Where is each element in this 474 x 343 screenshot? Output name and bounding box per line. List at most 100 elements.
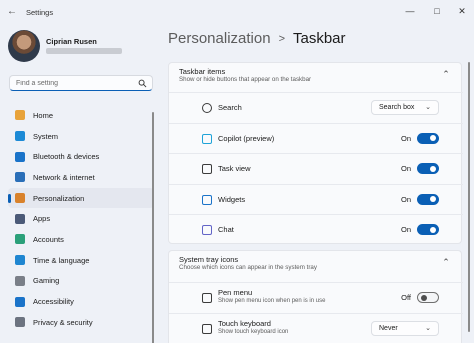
chevron-down-icon: ⌄	[425, 104, 431, 111]
close-icon[interactable]: ✕	[454, 3, 470, 19]
toggle-knob	[430, 226, 436, 233]
sidebar-item-label: Network & internet	[33, 172, 95, 182]
main-scrollbar[interactable]	[468, 62, 470, 332]
sidebar-scrollbar[interactable]	[152, 112, 154, 343]
breadcrumb-separator: >	[278, 32, 285, 45]
setting-row-widgets: Widgets On	[169, 183, 463, 214]
search-icon[interactable]	[138, 79, 147, 88]
avatar[interactable]	[8, 30, 40, 62]
home-icon	[15, 110, 25, 121]
shield-icon	[15, 317, 25, 328]
setting-label: Widgets	[218, 194, 246, 204]
section-description: Choose which icons can appear in the sys…	[179, 264, 317, 271]
setting-row-chat: Chat On	[169, 214, 463, 244]
apps-icon	[15, 213, 25, 224]
pen-icon	[202, 293, 212, 303]
sidebar-item-home[interactable]: Home	[8, 105, 154, 126]
accounts-icon	[15, 234, 25, 245]
sidebar-item-network-internet[interactable]: Network & internet	[8, 167, 154, 188]
setting-label: Chat	[218, 225, 234, 234]
section-title: Taskbar items	[179, 67, 226, 76]
sidebar-item-label: Apps	[33, 214, 51, 224]
time-language-icon	[15, 255, 25, 266]
setting-row-search: Search Search box ⌄	[169, 92, 463, 122]
sidebar-nav: Home System Bluetooth & devices Network & i…	[8, 105, 154, 333]
toggle-switch[interactable]	[417, 292, 439, 303]
search-input[interactable]	[16, 79, 136, 88]
accessibility-icon	[15, 296, 25, 307]
system-icon	[15, 131, 25, 142]
setting-label: Touch keyboard	[218, 318, 271, 328]
chevron-up-icon[interactable]: ⌃	[441, 257, 451, 267]
sidebar-item-label: Privacy & security	[33, 317, 93, 327]
sidebar-item-label: Bluetooth & devices	[33, 152, 100, 162]
chevron-down-icon: ⌄	[425, 324, 431, 332]
toggle-switch[interactable]	[417, 132, 439, 144]
bluetooth-icon	[15, 151, 25, 162]
sidebar-item-label: Personalization	[33, 193, 85, 203]
chevron-up-icon[interactable]: ⌃	[441, 69, 451, 79]
sidebar-item-accessibility[interactable]: Accessibility	[8, 291, 154, 312]
setting-label: Search	[218, 103, 242, 112]
sidebar: Ciprian Rusen Home System Bluetooth & devi…	[0, 24, 160, 343]
dropdown-value: Never	[379, 324, 398, 332]
toggle-state-label: On	[400, 225, 411, 234]
setting-label: Pen menu	[218, 288, 253, 297]
sidebar-item-accounts[interactable]: Accounts	[8, 229, 154, 250]
toggle-switch[interactable]	[417, 163, 439, 174]
title-bar: ← Settings — □ ✕	[0, 0, 474, 24]
user-email-redacted	[46, 48, 122, 54]
toggle-state-label: On	[400, 194, 411, 204]
system-tray-header[interactable]: System tray icons Choose which icons can…	[169, 251, 463, 281]
sidebar-item-label: Time & language	[33, 255, 90, 265]
toggle-state-label: On	[400, 133, 411, 143]
widgets-icon	[202, 194, 212, 205]
keyboard-icon	[202, 323, 212, 334]
breadcrumb: Personalization > Taskbar	[168, 30, 346, 47]
setting-row-touch-keyboard: Touch keyboard Show touch keyboard icon Ne…	[169, 312, 463, 343]
dropdown-select[interactable]: Search box ⌄	[371, 100, 439, 115]
setting-row-task-view: Task view On	[169, 153, 463, 183]
page-title: Taskbar	[293, 30, 346, 47]
toggle-state-label: On	[400, 164, 411, 173]
setting-label: Copilot (preview)	[218, 133, 275, 143]
chat-icon	[202, 225, 212, 235]
search-icon	[202, 103, 212, 113]
sidebar-item-label: System	[33, 131, 59, 141]
sidebar-item-label: Home	[33, 110, 54, 120]
toggle-knob	[430, 196, 436, 202]
app-title: Settings	[26, 8, 54, 17]
system-tray-section: System tray icons Choose which icons can…	[168, 250, 463, 343]
toggle-switch[interactable]	[417, 224, 439, 235]
taskbar-items-header[interactable]: Taskbar items Show or hide buttons that …	[169, 63, 463, 93]
dropdown-select[interactable]: Never ⌄	[371, 320, 439, 336]
sidebar-item-label: Gaming	[33, 276, 60, 286]
sidebar-item-system[interactable]: System	[8, 126, 154, 147]
maximize-icon[interactable]: □	[429, 3, 445, 19]
section-title: System tray icons	[179, 255, 239, 264]
back-arrow-icon[interactable]: ←	[6, 6, 18, 18]
breadcrumb-parent[interactable]: Personalization	[168, 30, 271, 47]
section-description: Show or hide buttons that appear on the …	[179, 76, 312, 83]
toggle-switch[interactable]	[417, 193, 439, 205]
toggle-state-label: Off	[401, 293, 411, 302]
sidebar-item-label: Accessibility	[33, 297, 74, 307]
sidebar-item-apps[interactable]: Apps	[8, 208, 154, 229]
sidebar-item-privacy-security[interactable]: Privacy & security	[8, 312, 154, 333]
setting-row-copilot-preview: Copilot (preview) On	[169, 122, 463, 153]
user-name: Ciprian Rusen	[46, 37, 97, 46]
taskbar-items-section: Taskbar items Show or hide buttons that …	[168, 62, 463, 244]
sidebar-item-bluetooth-devices[interactable]: Bluetooth & devices	[8, 146, 154, 167]
sidebar-item-personalization[interactable]: Personalization	[8, 187, 154, 209]
toggle-knob	[430, 135, 436, 141]
setting-description: Show touch keyboard icon	[218, 328, 289, 335]
copilot-icon	[202, 133, 212, 144]
search-box[interactable]	[9, 75, 153, 91]
sidebar-item-time-language[interactable]: Time & language	[8, 250, 154, 271]
sidebar-item-gaming[interactable]: Gaming	[8, 271, 154, 292]
sidebar-item-label: Accounts	[33, 234, 64, 244]
toggle-knob	[430, 165, 436, 172]
minimize-icon[interactable]: —	[402, 3, 418, 19]
toggle-knob	[420, 295, 427, 301]
setting-description: Show pen menu icon when pen is in use	[218, 298, 326, 304]
